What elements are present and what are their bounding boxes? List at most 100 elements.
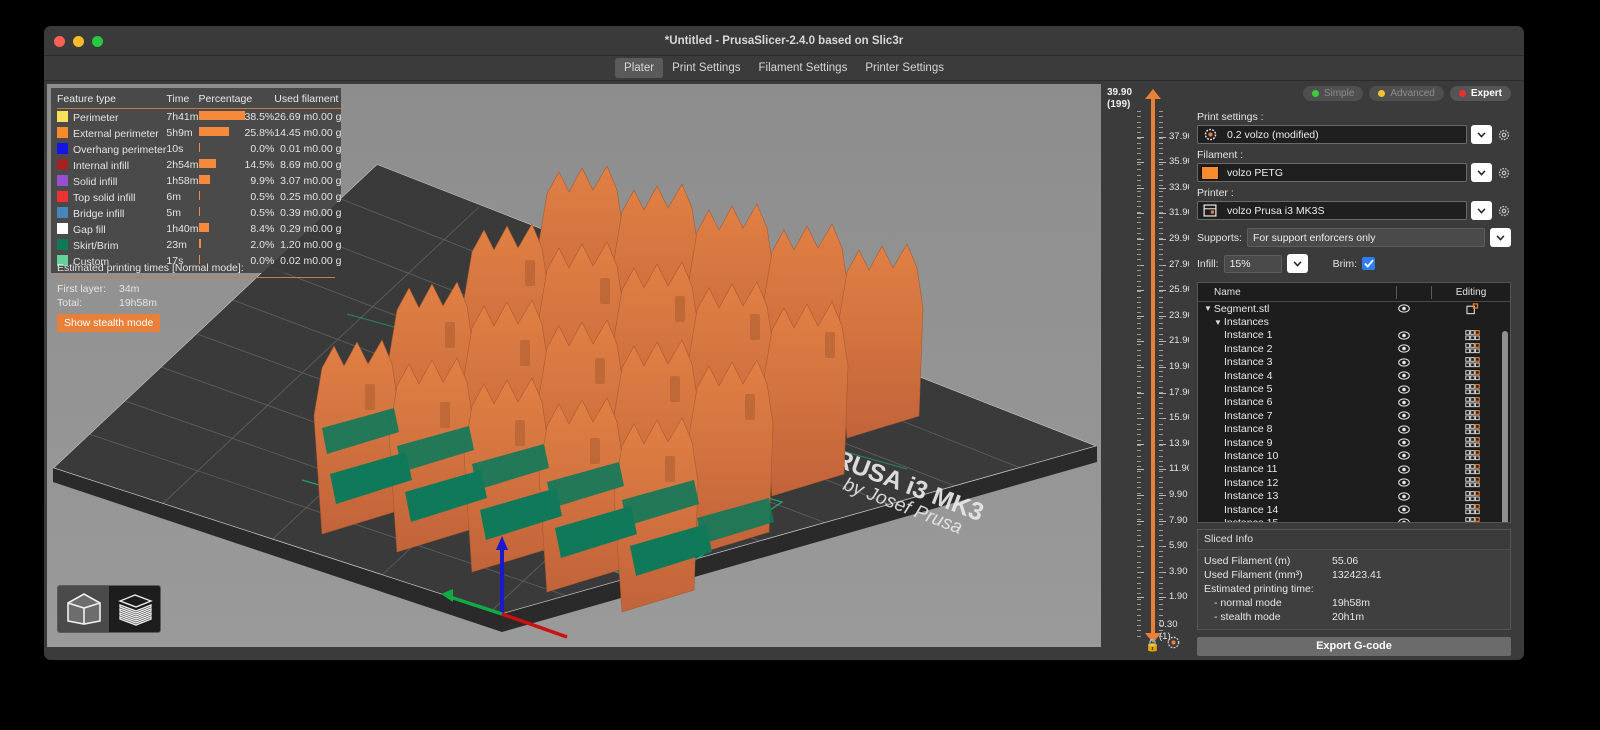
supports-dropdown-button[interactable] (1490, 228, 1511, 247)
object-list-row[interactable]: ▼Instances (1198, 315, 1510, 328)
object-list-row[interactable]: Instance 8 (1198, 423, 1510, 436)
object-list-scroll-thumb[interactable] (1502, 331, 1508, 523)
object-list-row[interactable]: Instance 11 (1198, 463, 1510, 476)
legend-row[interactable]: Bridge infill5m0.5%0.39 m0.00 g (57, 205, 341, 221)
filament-combo[interactable]: volzo PETG (1197, 163, 1467, 182)
visibility-eye-icon[interactable] (1374, 371, 1434, 380)
close-button[interactable] (54, 36, 65, 47)
instance-editing-icon[interactable] (1434, 410, 1510, 421)
minimize-button[interactable] (73, 36, 84, 47)
instance-editing-icon[interactable] (1434, 384, 1510, 395)
layer-tick (1159, 213, 1166, 214)
object-list-row[interactable]: Instance 6 (1198, 396, 1510, 409)
instance-editing-icon[interactable] (1434, 517, 1510, 522)
instance-editing-icon[interactable] (1434, 330, 1510, 341)
instance-editing-icon[interactable] (1434, 491, 1510, 502)
legend-row[interactable]: Gap fill1h40m8.4%0.29 m0.00 g (57, 221, 341, 237)
legend-row[interactable]: Overhang perimeter10s0.0%0.01 m0.00 g (57, 141, 341, 157)
mode-button-advanced[interactable]: Advanced (1369, 86, 1443, 101)
instance-editing-icon[interactable] (1434, 343, 1510, 354)
object-list-row[interactable]: Instance 14 (1198, 503, 1510, 516)
object-list-row[interactable]: Instance 3 (1198, 356, 1510, 369)
instance-editing-icon[interactable] (1434, 504, 1510, 515)
object-list-row[interactable]: Instance 12 (1198, 476, 1510, 489)
preview-view-button[interactable] (109, 586, 160, 632)
visibility-eye-icon[interactable] (1374, 411, 1434, 420)
filament-dropdown-button[interactable] (1471, 163, 1492, 182)
instance-editing-icon[interactable] (1434, 370, 1510, 381)
legend-row[interactable]: Solid infill1h58m9.9%3.07 m0.00 g (57, 173, 341, 189)
3d-editor-view-button[interactable] (58, 586, 109, 632)
printer-combo[interactable]: volzo Prusa i3 MK3S (1197, 201, 1467, 220)
print-settings-dropdown-button[interactable] (1471, 125, 1492, 144)
visibility-eye-icon[interactable] (1374, 398, 1434, 407)
supports-combo[interactable]: For support enforcers only (1247, 228, 1485, 247)
chevron-down-icon[interactable]: ▼ (1214, 318, 1222, 327)
instance-editing-icon[interactable] (1434, 357, 1510, 368)
object-list-scrollbar[interactable] (1503, 303, 1509, 523)
infill-dropdown-button[interactable] (1287, 254, 1308, 273)
instance-editing-icon[interactable] (1434, 450, 1510, 461)
object-editing-icon[interactable] (1434, 303, 1510, 315)
legend-row[interactable]: External perimeter5h9m25.8%14.45 m0.00 g (57, 125, 341, 141)
visibility-eye-icon[interactable] (1374, 304, 1434, 313)
visibility-eye-icon[interactable] (1374, 425, 1434, 434)
object-list-row[interactable]: Instance 1 (1198, 329, 1510, 342)
tab-printer-settings[interactable]: Printer Settings (856, 58, 953, 78)
visibility-eye-icon[interactable] (1374, 505, 1434, 514)
zoom-button[interactable] (92, 36, 103, 47)
print-settings-edit-gear-icon[interactable] (1496, 129, 1511, 141)
object-list-row[interactable]: ▼Segment.stl (1198, 302, 1510, 315)
printer-dropdown-button[interactable] (1471, 201, 1492, 220)
instance-editing-icon[interactable] (1434, 477, 1510, 488)
layer-slider[interactable]: 39.90 (199) 37.9035.9033.9031.9029.9027.… (1101, 81, 1189, 660)
object-list-row[interactable]: Instance 4 (1198, 369, 1510, 382)
object-list-body[interactable]: ▼Segment.stl▼InstancesInstance 1Instance… (1198, 302, 1510, 523)
instance-editing-icon[interactable] (1434, 437, 1510, 448)
visibility-eye-icon[interactable] (1374, 518, 1434, 522)
instance-editing-icon[interactable] (1434, 424, 1510, 435)
mode-button-simple[interactable]: Simple (1303, 86, 1364, 101)
layer-slider-upper-handle[interactable] (1145, 89, 1161, 99)
visibility-eye-icon[interactable] (1374, 438, 1434, 447)
legend-row[interactable]: Perimeter7h41m38.5%26.69 m0.00 g (57, 109, 341, 126)
object-list[interactable]: Name Editing ▼Segment.stl▼InstancesInsta… (1197, 282, 1511, 523)
visibility-eye-icon[interactable] (1374, 331, 1434, 340)
layer-minor-tick (1137, 350, 1141, 351)
instance-editing-icon[interactable] (1434, 397, 1510, 408)
print-settings-combo[interactable]: 0.2 volzo (modified) (1197, 125, 1467, 144)
visibility-eye-icon[interactable] (1374, 451, 1434, 460)
brim-checkbox[interactable] (1362, 257, 1375, 270)
instance-editing-icon[interactable] (1434, 464, 1510, 475)
object-list-row[interactable]: Instance 15 (1198, 516, 1510, 522)
3d-viewport[interactable]: PRUSA i3 MK3 by Josef Prusa (47, 84, 1101, 647)
lock-icon[interactable]: 🔒 (1145, 638, 1160, 652)
object-list-row[interactable]: Instance 5 (1198, 382, 1510, 395)
export-gcode-button[interactable]: Export G-code (1197, 637, 1511, 656)
visibility-eye-icon[interactable] (1374, 344, 1434, 353)
visibility-eye-icon[interactable] (1374, 478, 1434, 487)
legend-row[interactable]: Skirt/Brim23m2.0%1.20 m0.00 g (57, 237, 341, 253)
legend-row[interactable]: Internal infill2h54m14.5%8.69 m0.00 g (57, 157, 341, 173)
layer-minor-tick (1137, 440, 1141, 441)
chevron-down-icon[interactable]: ▼ (1204, 304, 1212, 313)
printer-edit-gear-icon[interactable] (1496, 205, 1511, 217)
mode-button-expert[interactable]: Expert (1450, 86, 1511, 101)
show-stealth-mode-button[interactable]: Show stealth mode (57, 314, 160, 332)
object-list-row[interactable]: Instance 9 (1198, 436, 1510, 449)
object-list-row[interactable]: Instance 10 (1198, 449, 1510, 462)
visibility-eye-icon[interactable] (1374, 465, 1434, 474)
infill-combo[interactable]: 15% (1224, 255, 1282, 273)
tab-print-settings[interactable]: Print Settings (663, 58, 749, 78)
filament-edit-gear-icon[interactable] (1496, 167, 1511, 179)
visibility-eye-icon[interactable] (1374, 492, 1434, 501)
tab-filament-settings[interactable]: Filament Settings (749, 58, 856, 78)
legend-row[interactable]: Top solid infill6m0.5%0.25 m0.00 g (57, 189, 341, 205)
object-list-row[interactable]: Instance 7 (1198, 409, 1510, 422)
tab-plater[interactable]: Plater (615, 58, 663, 78)
visibility-eye-icon[interactable] (1374, 358, 1434, 367)
slider-settings-gear-icon[interactable] (1167, 636, 1180, 654)
object-list-row[interactable]: Instance 13 (1198, 489, 1510, 502)
visibility-eye-icon[interactable] (1374, 385, 1434, 394)
object-list-row[interactable]: Instance 2 (1198, 342, 1510, 355)
